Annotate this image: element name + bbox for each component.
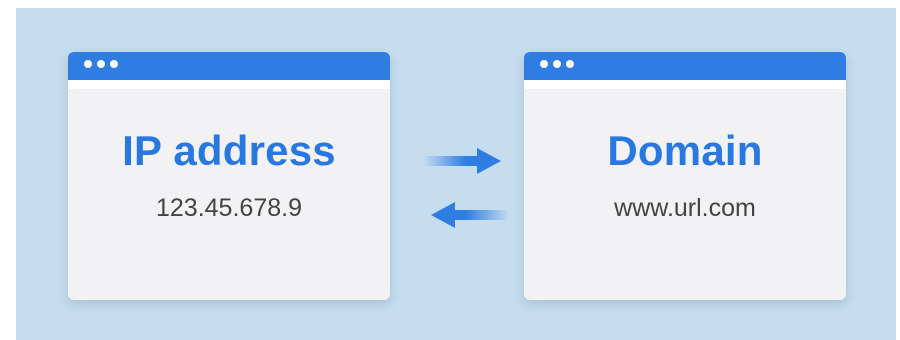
window-header-stripe bbox=[68, 80, 390, 89]
domain-value: www.url.com bbox=[614, 194, 756, 222]
diagram-canvas: IP address 123.45.678.9 Domain www.url.c… bbox=[16, 8, 896, 340]
domain-heading: Domain bbox=[607, 127, 763, 174]
left-arrow-icon bbox=[431, 202, 509, 228]
ip-address-heading: IP address bbox=[122, 127, 336, 174]
domain-window: Domain www.url.com bbox=[524, 52, 846, 300]
right-arrow-icon bbox=[423, 148, 501, 174]
window-header-stripe bbox=[524, 80, 846, 89]
window-title-bar bbox=[524, 52, 846, 80]
window-dot-icon bbox=[553, 60, 561, 68]
window-dot-icon bbox=[97, 60, 105, 68]
window-dot-icon bbox=[540, 60, 548, 68]
ip-address-window: IP address 123.45.678.9 bbox=[68, 52, 390, 300]
window-dot-icon bbox=[110, 60, 118, 68]
ip-address-value: 123.45.678.9 bbox=[156, 194, 302, 222]
bidirectional-arrows-icon bbox=[423, 148, 509, 228]
window-dot-icon bbox=[566, 60, 574, 68]
window-controls-icon bbox=[84, 60, 118, 68]
window-title-bar bbox=[68, 52, 390, 80]
window-controls-icon bbox=[540, 60, 574, 68]
window-dot-icon bbox=[84, 60, 92, 68]
